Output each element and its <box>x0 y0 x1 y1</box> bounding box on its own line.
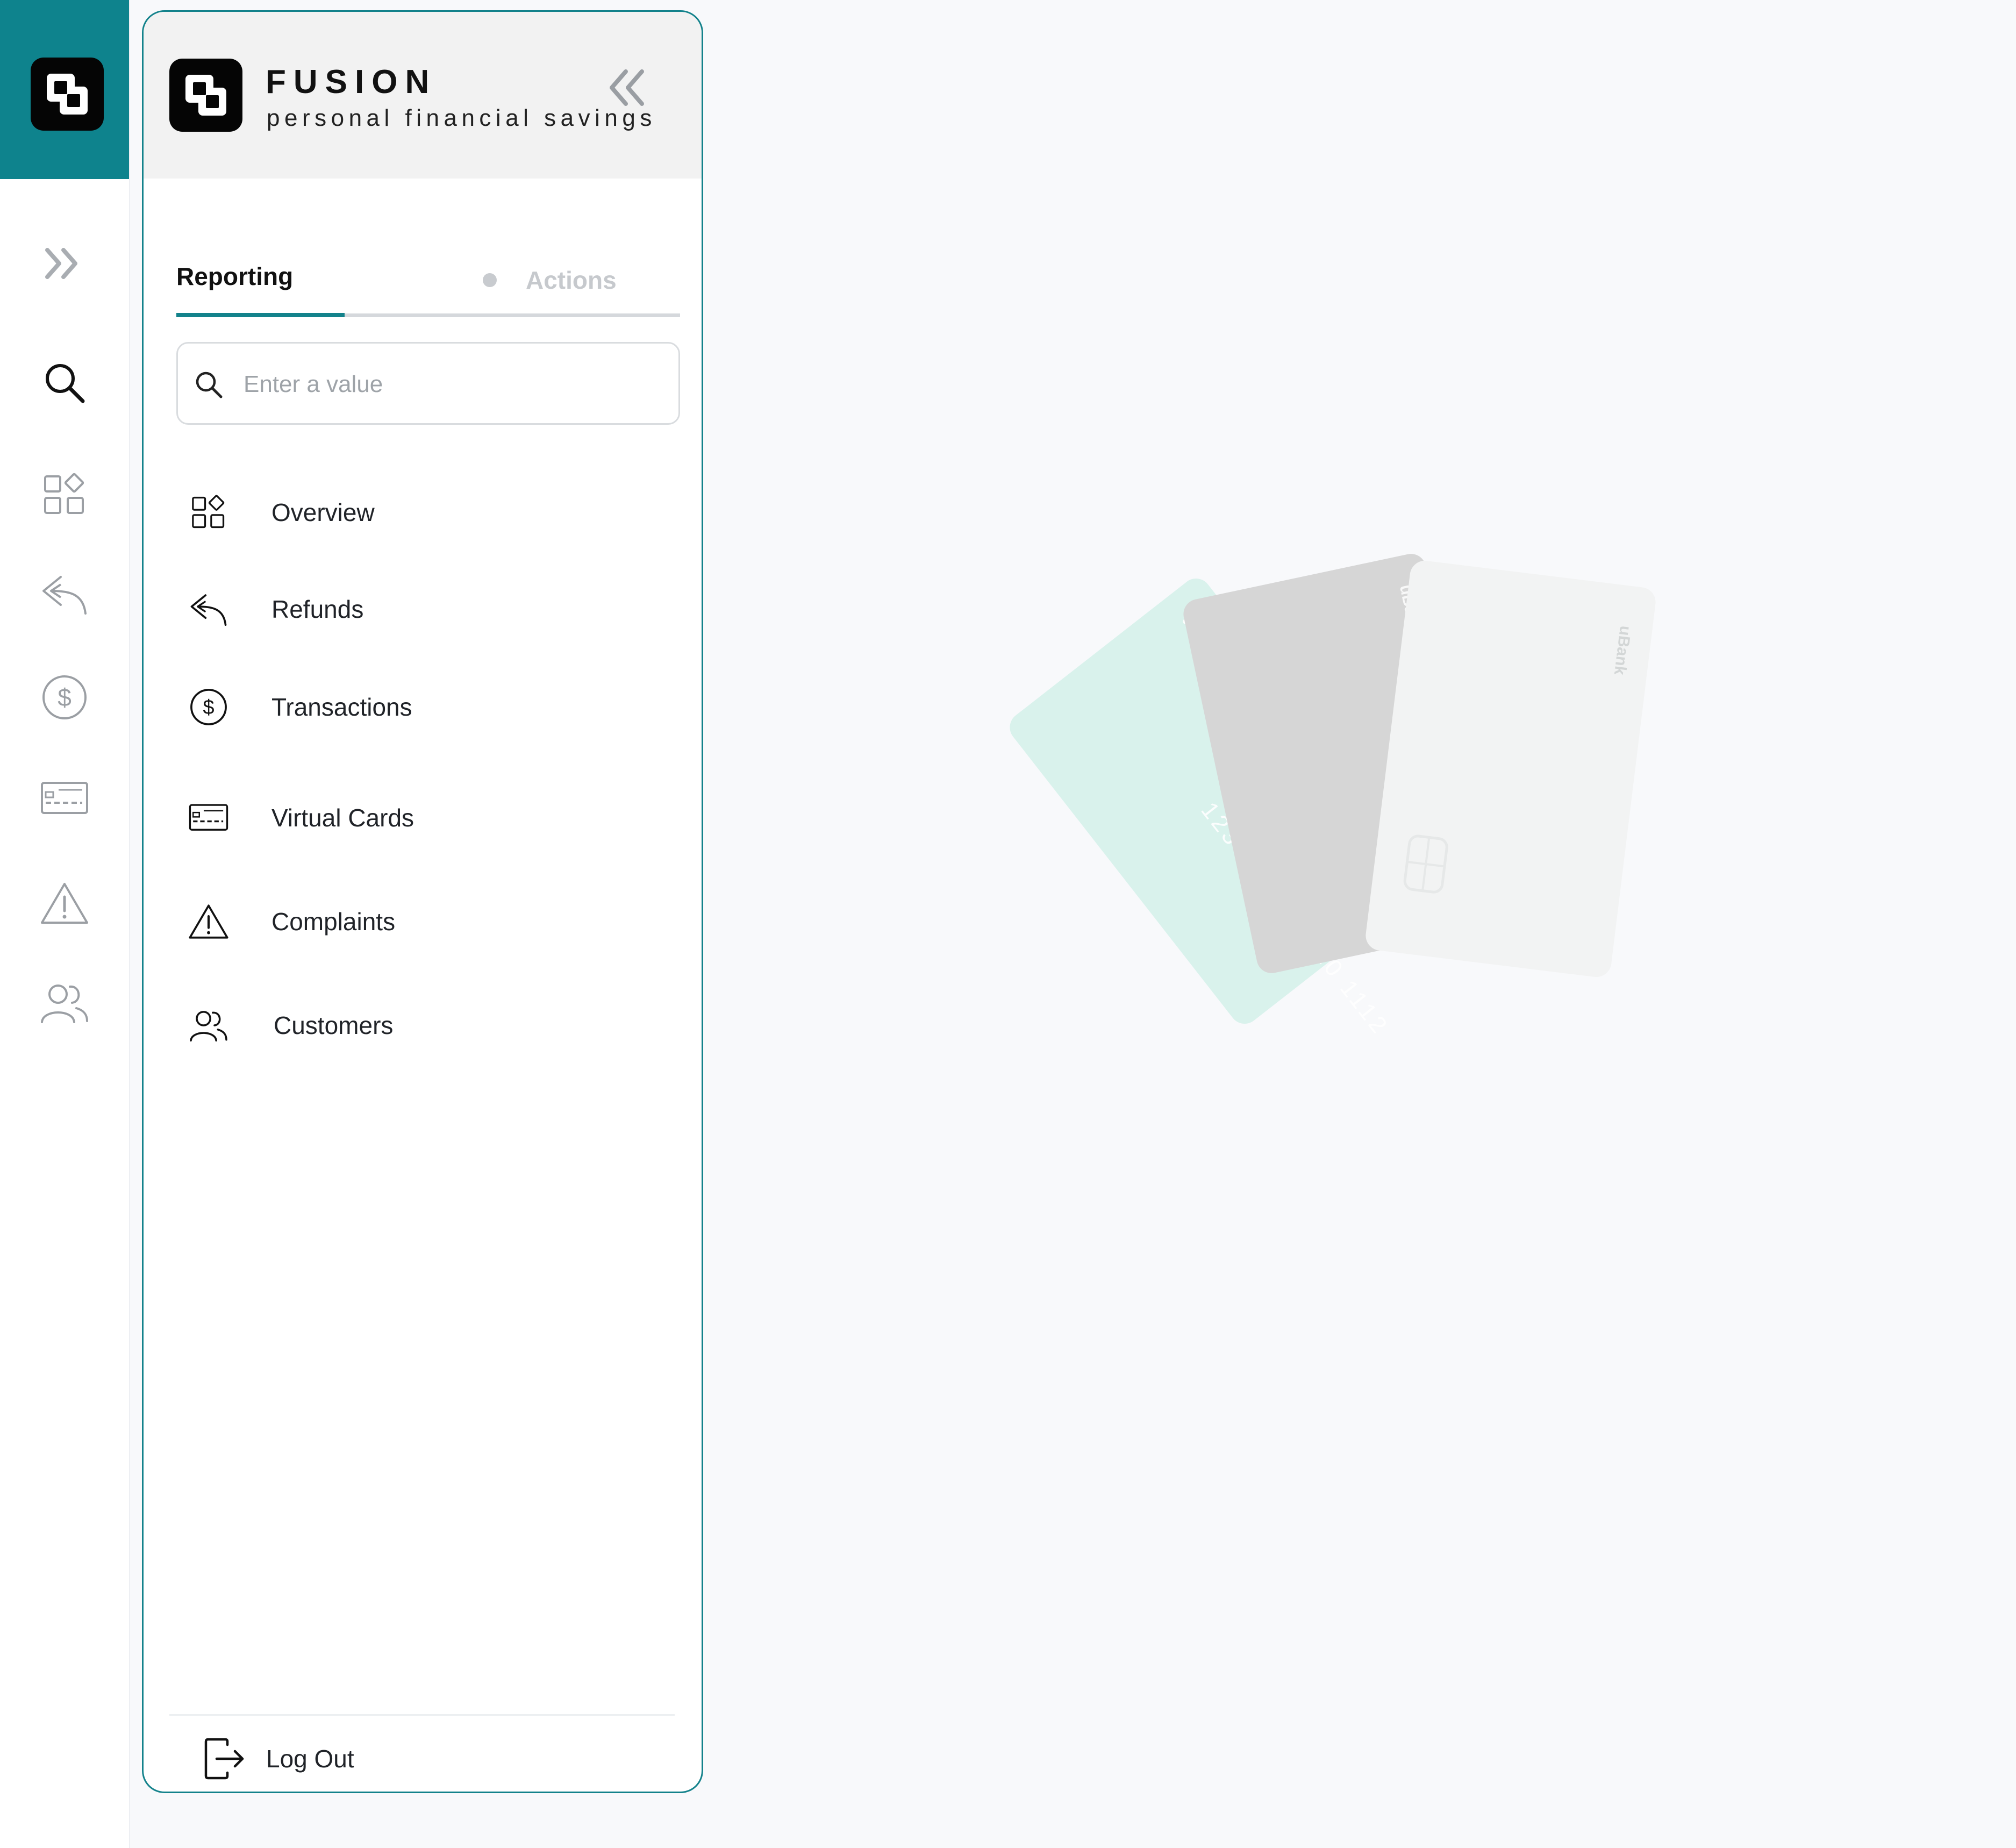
users-icon <box>41 984 88 1023</box>
warning-icon <box>189 904 228 939</box>
tab-status-dot <box>483 273 497 287</box>
card-icon <box>41 782 88 814</box>
logout-icon <box>204 1738 244 1780</box>
tab-reporting[interactable]: Reporting <box>176 262 293 291</box>
rail-refunds-button[interactable] <box>22 559 108 629</box>
tab-actions-label: Actions <box>526 266 617 294</box>
rail-search-button[interactable] <box>22 348 108 418</box>
chevrons-left-icon <box>610 69 644 106</box>
logout-label: Log Out <box>266 1745 354 1773</box>
grid-icon <box>192 495 225 529</box>
warning-icon <box>41 883 88 924</box>
cards-illustration: 1234 4567 8910 1112 uBank uBank uBank <box>957 532 1693 1048</box>
reply-arrow-icon <box>42 576 87 615</box>
panel-logo[interactable] <box>169 59 242 132</box>
tab-bar: Reporting Actions <box>176 248 680 317</box>
menu-label: Overview <box>271 498 375 526</box>
logout-button[interactable]: Log Out <box>203 1726 354 1791</box>
navigation-panel: FUSION personal financial savings Report… <box>142 10 703 1793</box>
search-icon <box>193 369 225 401</box>
rail-transactions-button[interactable]: $ <box>22 662 108 732</box>
search-input[interactable] <box>242 360 664 409</box>
svg-text:$: $ <box>203 696 214 719</box>
tab-active-indicator <box>176 313 345 317</box>
menu-label: Complaints <box>271 908 396 936</box>
collapse-button[interactable] <box>596 58 655 117</box>
menu-item-transactions[interactable]: $ Transactions <box>176 667 680 747</box>
tab-actions[interactable]: Actions <box>483 266 617 295</box>
reply-arrow-icon <box>190 594 227 626</box>
expand-button[interactable] <box>22 229 108 298</box>
dollar-circle-icon: $ <box>42 675 87 719</box>
card-icon <box>189 804 228 831</box>
icon-rail: $ <box>0 0 130 1848</box>
menu-item-customers[interactable]: Customers <box>176 985 680 1066</box>
menu-item-complaints[interactable]: Complaints <box>176 881 680 962</box>
panel-header: FUSION personal financial savings <box>144 12 702 179</box>
grid-icon <box>44 473 84 514</box>
rail-header <box>0 0 129 179</box>
logout-divider <box>169 1714 675 1716</box>
rail-overview-button[interactable] <box>22 460 108 530</box>
search-icon <box>46 364 85 403</box>
menu-label: Virtual Cards <box>271 804 414 832</box>
rail-customers-button[interactable] <box>22 968 108 1038</box>
rail-complaints-button[interactable] <box>22 868 108 938</box>
svg-text:$: $ <box>58 683 72 711</box>
menu-label: Transactions <box>271 693 412 721</box>
menu-item-overview[interactable]: Overview <box>176 472 680 553</box>
white-card: uBank <box>1366 560 1656 977</box>
dollar-circle-icon: $ <box>190 689 227 725</box>
fusion-logo-icon <box>185 75 226 116</box>
brand-name: FUSION <box>266 63 437 101</box>
fusion-logo-icon <box>47 74 88 115</box>
search-box <box>176 342 680 425</box>
menu-label: Refunds <box>271 595 364 623</box>
menu-item-refunds[interactable]: Refunds <box>176 569 680 650</box>
menu-item-virtual-cards[interactable]: Virtual Cards <box>176 777 680 858</box>
users-icon <box>190 1011 227 1042</box>
menu-label: Customers <box>274 1011 394 1039</box>
app-logo[interactable] <box>31 58 104 131</box>
rail-virtual-cards-button[interactable] <box>22 764 108 833</box>
chevrons-right-icon <box>45 248 77 279</box>
